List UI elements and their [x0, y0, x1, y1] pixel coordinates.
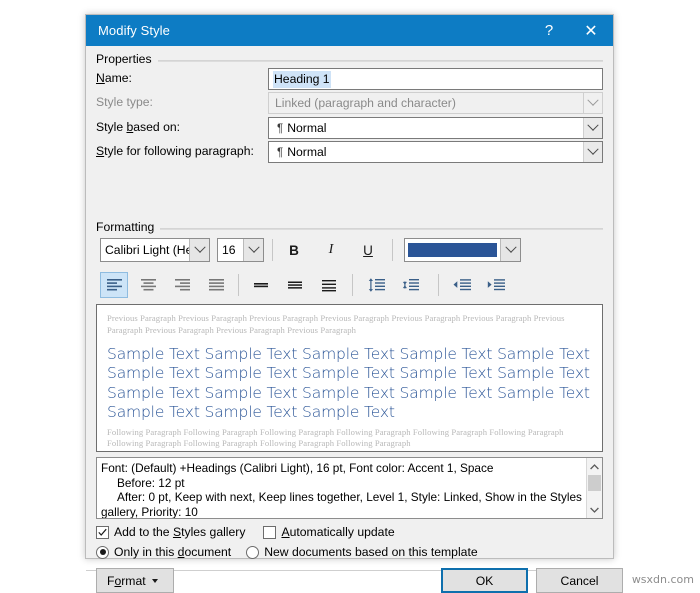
name-label: Name:	[96, 71, 132, 85]
description-line-3: After: 0 pt, Keep with next, Keep lines …	[101, 490, 582, 505]
increase-indent-button[interactable]	[482, 272, 510, 298]
radio-row: Only in this document New documents base…	[96, 545, 478, 559]
description-line-4: gallery, Priority: 10	[101, 505, 198, 518]
style-type-dropdown[interactable]: Linked (paragraph and character)	[268, 92, 603, 114]
scroll-down-icon[interactable]	[587, 502, 603, 517]
decrease-indent-icon	[453, 279, 471, 292]
preview-previous-paragraph: Previous Paragraph Previous Paragraph Pr…	[107, 313, 592, 336]
increase-paragraph-spacing-icon	[367, 278, 386, 293]
radio-dot	[100, 549, 106, 555]
toolbar-separator	[438, 274, 439, 296]
align-center-button[interactable]	[134, 272, 162, 298]
only-this-document-radio[interactable]	[96, 546, 109, 559]
toolbar-separator	[272, 239, 273, 261]
bold-button[interactable]: B	[281, 238, 307, 262]
font-family-dropdown[interactable]: Calibri Light (Head	[100, 238, 210, 262]
only-this-document-label: Only in this document	[114, 545, 231, 559]
style-description-box: Font: (Default) +Headings (Calibri Light…	[96, 457, 603, 519]
help-icon[interactable]: ?	[529, 15, 569, 46]
description-line-1: Font: (Default) +Headings (Calibri Light…	[101, 461, 493, 475]
close-icon[interactable]: ✕	[571, 15, 611, 46]
align-justify-button[interactable]	[202, 272, 230, 298]
style-preview-pane: Previous Paragraph Previous Paragraph Pr…	[96, 304, 603, 452]
chevron-down-icon	[500, 239, 520, 261]
style-type-value: Linked (paragraph and character)	[269, 96, 583, 110]
line-spacing-1-5-icon	[287, 279, 303, 291]
style-based-on-dropdown[interactable]: ¶ Normal	[268, 117, 603, 139]
formatting-group-rule	[96, 228, 603, 230]
chevron-down-icon	[583, 93, 602, 113]
chevron-down-icon	[583, 118, 602, 138]
style-based-on-value: Normal	[287, 121, 326, 135]
dialog-body: Properties Name: Heading 1 Style type: L…	[86, 46, 613, 558]
pilcrow-icon: ¶	[277, 123, 283, 135]
properties-group-label: Properties	[96, 52, 158, 66]
style-following-value: Normal	[287, 145, 326, 159]
scroll-up-icon[interactable]	[587, 459, 603, 474]
ok-button[interactable]: OK	[441, 568, 528, 593]
font-size-dropdown[interactable]: 16	[217, 238, 264, 262]
checkbox-row: Add to the Styles gallery Automatically …	[96, 525, 395, 539]
description-line-2: Before: 12 pt	[101, 476, 582, 491]
name-input-value: Heading 1	[273, 71, 331, 88]
line-spacing-single-button[interactable]	[247, 272, 275, 298]
name-input[interactable]: Heading 1	[268, 68, 603, 90]
automatically-update-checkbox[interactable]	[263, 526, 276, 539]
new-documents-template-label: New documents based on this template	[264, 545, 477, 559]
line-spacing-single-icon	[253, 279, 269, 291]
font-color-swatch	[408, 243, 497, 257]
dialog-titlebar: Modify Style ? ✕	[86, 15, 613, 46]
add-to-styles-gallery-label: Add to the Styles gallery	[114, 525, 245, 539]
style-following-label: Style for following paragraph:	[96, 144, 254, 158]
line-spacing-double-icon	[321, 279, 337, 292]
align-right-button[interactable]	[168, 272, 196, 298]
style-based-on-label: Style based on:	[96, 120, 180, 134]
line-spacing-double-button[interactable]	[315, 272, 343, 298]
check-icon	[98, 528, 107, 537]
font-size-value: 16	[218, 243, 243, 257]
chevron-down-icon	[583, 142, 602, 162]
description-scrollbar[interactable]	[586, 458, 602, 518]
increase-paragraph-spacing-button[interactable]	[362, 272, 390, 298]
preview-following-paragraph: Following Paragraph Following Paragraph …	[107, 427, 592, 450]
watermark: wsxdn.com	[632, 573, 694, 586]
toolbar-separator	[238, 274, 239, 296]
underline-button[interactable]: U	[355, 238, 381, 262]
style-type-label: Style type:	[96, 95, 153, 109]
italic-button[interactable]: I	[318, 238, 344, 262]
dialog-title: Modify Style	[98, 23, 170, 38]
add-to-styles-gallery-checkbox[interactable]	[96, 526, 109, 539]
preview-sample-text: Sample Text Sample Text Sample Text Samp…	[107, 345, 592, 423]
decrease-indent-button[interactable]	[448, 272, 476, 298]
align-justify-icon	[209, 279, 224, 292]
font-family-value: Calibri Light (Head	[101, 243, 189, 257]
style-description-text: Font: (Default) +Headings (Calibri Light…	[97, 458, 586, 518]
align-right-icon	[175, 279, 190, 292]
formatting-group-label: Formatting	[96, 220, 160, 234]
format-button[interactable]: Format	[96, 568, 174, 593]
line-spacing-1-5-button[interactable]	[281, 272, 309, 298]
align-center-icon	[141, 279, 156, 292]
modify-style-dialog: Modify Style ? ✕ Properties Name: Headin…	[85, 14, 614, 559]
caret-down-icon	[152, 579, 158, 583]
increase-indent-icon	[487, 279, 505, 292]
style-following-dropdown[interactable]: ¶ Normal	[268, 141, 603, 163]
toolbar-separator	[392, 239, 393, 261]
automatically-update-label: Automatically update	[281, 525, 394, 539]
align-left-icon	[107, 279, 122, 292]
decrease-paragraph-spacing-icon	[401, 278, 420, 293]
scrollbar-thumb[interactable]	[588, 475, 601, 491]
toolbar-separator	[352, 274, 353, 296]
cancel-button[interactable]: Cancel	[536, 568, 623, 593]
decrease-paragraph-spacing-button[interactable]	[396, 272, 424, 298]
pilcrow-icon: ¶	[277, 147, 283, 159]
font-color-dropdown[interactable]	[404, 238, 521, 262]
chevron-down-icon	[243, 239, 263, 261]
properties-group-rule	[96, 60, 603, 62]
align-left-button[interactable]	[100, 272, 128, 298]
chevron-down-icon	[189, 239, 209, 261]
new-documents-template-radio[interactable]	[246, 546, 259, 559]
